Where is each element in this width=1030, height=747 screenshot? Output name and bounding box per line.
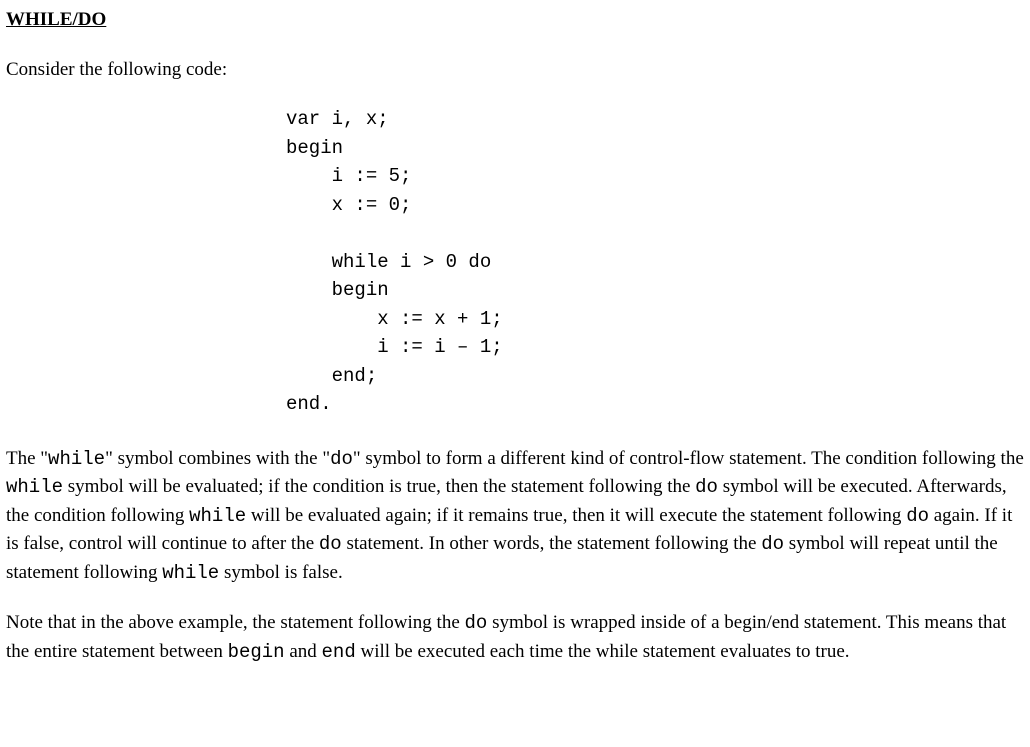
code-inline: while: [162, 562, 219, 584]
intro-paragraph: Consider the following code:: [6, 56, 1024, 84]
code-inline: end: [322, 641, 356, 663]
code-inline: while: [6, 476, 63, 498]
code-inline: while: [48, 448, 105, 470]
text: and: [285, 641, 322, 662]
text: will be evaluated again; if it remains t…: [246, 505, 906, 526]
code-inline: do: [465, 612, 488, 634]
code-inline: do: [330, 448, 353, 470]
code-inline: begin: [228, 641, 285, 663]
code-example: var i, x; begin i := 5; x := 0; while i …: [286, 105, 1024, 419]
code-inline: while: [189, 505, 246, 527]
code-inline: do: [906, 505, 929, 527]
explanation-paragraph-2: Note that in the above example, the stat…: [6, 609, 1024, 666]
code-inline: do: [761, 533, 784, 555]
text: statement. In other words, the statement…: [342, 533, 761, 554]
text: symbol is false.: [219, 562, 343, 583]
code-inline: do: [319, 533, 342, 555]
explanation-paragraph-1: The "while" symbol combines with the "do…: [6, 445, 1024, 588]
text: The ": [6, 448, 48, 469]
code-inline: do: [695, 476, 718, 498]
text: will be executed each time the while sta…: [356, 641, 850, 662]
section-heading: WHILE/DO: [6, 6, 1024, 34]
text: " symbol combines with the ": [105, 448, 330, 469]
text: symbol will be evaluated; if the conditi…: [63, 476, 695, 497]
text: Note that in the above example, the stat…: [6, 612, 465, 633]
text: " symbol to form a different kind of con…: [353, 448, 1024, 469]
